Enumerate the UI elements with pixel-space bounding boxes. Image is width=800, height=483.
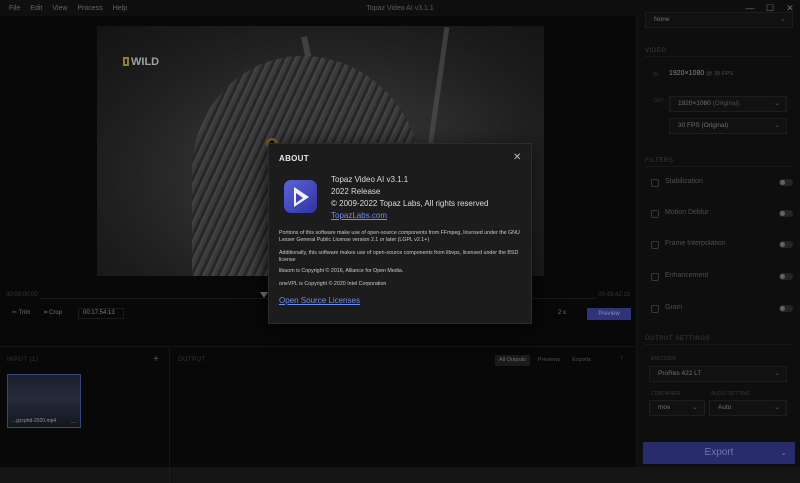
libvpx-notice: Additionally, this software makes use of… bbox=[279, 250, 519, 263]
about-dialog: ABOUT ✕ Topaz Video AI v3.1.1 2022 Relea… bbox=[268, 143, 532, 324]
ffmpeg-notice: Portions of this software make use of op… bbox=[279, 230, 520, 243]
open-source-licenses-link[interactable]: Open Source Licenses bbox=[279, 296, 360, 305]
website-link[interactable]: TopazLabs.com bbox=[331, 211, 387, 220]
release-text: 2022 Release bbox=[331, 187, 381, 196]
dialog-title: ABOUT bbox=[279, 154, 309, 163]
libaom-notice: libaom is Copyright © 2016, Alliance for… bbox=[279, 268, 404, 274]
copyright-text: © 2009-2022 Topaz Labs, All rights reser… bbox=[331, 199, 489, 208]
app-name: Topaz Video AI v3.1.1 bbox=[331, 175, 409, 184]
onevpl-notice: oneVPL is Copyright © 2020 Intel Corpora… bbox=[279, 281, 387, 287]
app-logo-icon bbox=[284, 180, 317, 213]
close-icon[interactable]: ✕ bbox=[513, 152, 521, 163]
